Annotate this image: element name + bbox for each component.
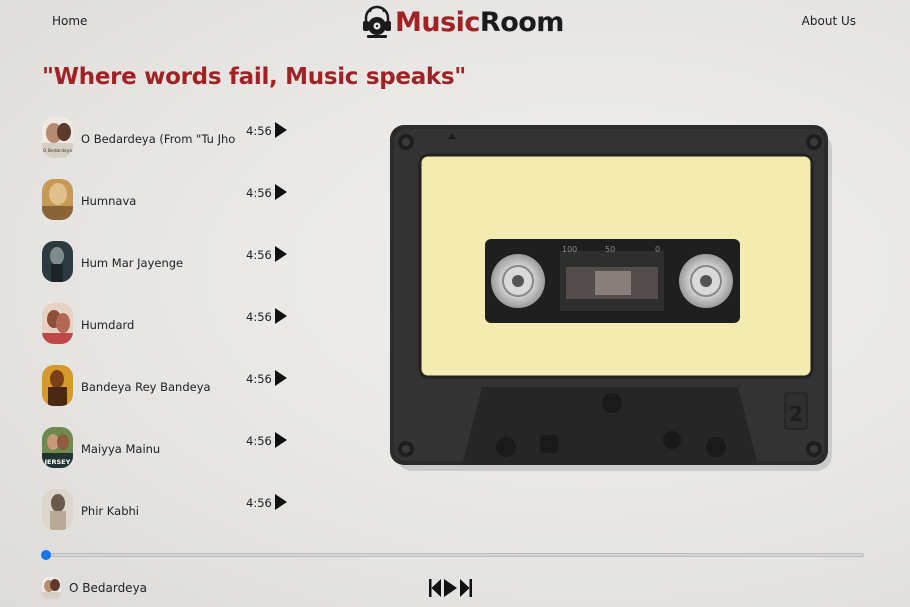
song-duration: 4:56 bbox=[246, 496, 272, 510]
song-title: Maiyya Mainu bbox=[81, 442, 161, 456]
progress-slider[interactable] bbox=[41, 550, 864, 560]
play-icon bbox=[275, 246, 287, 262]
song-title: O Bedardeya (From "Tu Jhoothi Main Makka… bbox=[81, 132, 236, 146]
music-logo-icon bbox=[363, 5, 391, 38]
album-cover bbox=[42, 364, 73, 406]
cover-caption: O Bedardeya bbox=[43, 148, 73, 154]
play-song-button[interactable] bbox=[274, 307, 288, 325]
next-button[interactable] bbox=[460, 578, 472, 598]
song-item[interactable]: Bandeya Rey Bandeya 4:56 bbox=[42, 354, 302, 416]
play-icon bbox=[275, 494, 287, 510]
album-cover bbox=[42, 240, 73, 282]
play-icon bbox=[444, 579, 457, 597]
previous-icon bbox=[429, 579, 441, 597]
album-cover bbox=[42, 302, 73, 344]
next-icon bbox=[460, 579, 472, 597]
song-duration: 4:56 bbox=[246, 434, 272, 448]
progress-thumb[interactable] bbox=[41, 550, 51, 560]
brand-name-room: Room bbox=[479, 6, 565, 38]
play-icon bbox=[275, 184, 287, 200]
tagline-quote: "Where words fail, Music speaks" bbox=[42, 64, 466, 90]
song-title: Humnava bbox=[81, 194, 137, 208]
cover-caption: JERSEY bbox=[44, 458, 71, 466]
brand-name-music: Music bbox=[395, 6, 480, 38]
play-song-button[interactable] bbox=[274, 493, 288, 511]
playback-controls bbox=[429, 578, 472, 598]
nav-about-link[interactable]: About Us bbox=[802, 14, 856, 28]
song-item[interactable]: Humdard 4:56 bbox=[42, 292, 302, 354]
play-icon bbox=[275, 308, 287, 324]
song-item[interactable]: JERSEY Maiyya Mainu 4:56 bbox=[42, 416, 302, 478]
progress-track bbox=[46, 553, 864, 557]
play-song-button[interactable] bbox=[274, 121, 288, 139]
play-icon bbox=[275, 432, 287, 448]
play-song-button[interactable] bbox=[274, 245, 288, 263]
now-playing: O Bedardeya bbox=[42, 577, 147, 599]
album-cover: JERSEY bbox=[42, 426, 73, 468]
song-duration: 4:56 bbox=[246, 372, 272, 386]
song-duration: 4:56 bbox=[246, 124, 272, 138]
song-title: Phir Kabhi bbox=[81, 504, 139, 518]
album-cover: O Bedardeya bbox=[42, 116, 73, 158]
song-duration: 4:56 bbox=[246, 310, 272, 324]
song-duration: 4:56 bbox=[246, 248, 272, 262]
song-item[interactable]: Phir Kabhi 4:56 bbox=[42, 478, 302, 540]
tape-scale-100: 100 bbox=[562, 245, 577, 254]
side-number: 2 bbox=[789, 402, 803, 426]
song-item[interactable]: Hum Mar Jayenge 4:56 bbox=[42, 230, 302, 292]
play-song-button[interactable] bbox=[274, 431, 288, 449]
now-playing-title: O Bedardeya bbox=[69, 581, 148, 595]
now-playing-cover bbox=[42, 577, 61, 599]
cassette-illustration: 100 50 0 2 bbox=[390, 125, 832, 471]
song-item[interactable]: Humnava 4:56 bbox=[42, 168, 302, 230]
previous-button[interactable] bbox=[429, 578, 441, 598]
play-button[interactable] bbox=[444, 578, 457, 598]
play-icon bbox=[275, 370, 287, 386]
song-title: Hum Mar Jayenge bbox=[81, 256, 184, 270]
song-item[interactable]: O Bedardeya O Bedardeya (From "Tu Jhooth… bbox=[42, 106, 302, 168]
tape-scale-50: 50 bbox=[605, 245, 615, 254]
song-title: Bandeya Rey Bandeya bbox=[81, 380, 211, 394]
play-song-button[interactable] bbox=[274, 369, 288, 387]
song-duration: 4:56 bbox=[246, 186, 272, 200]
album-cover bbox=[42, 488, 73, 530]
album-cover bbox=[42, 178, 73, 220]
song-title: Humdard bbox=[81, 318, 135, 332]
song-list: O Bedardeya O Bedardeya (From "Tu Jhooth… bbox=[42, 106, 302, 540]
brand-logo[interactable]: MusicRoom bbox=[361, 3, 564, 41]
nav-home-link[interactable]: Home bbox=[52, 14, 87, 28]
cassette-image: 100 50 0 2 bbox=[390, 125, 832, 471]
play-song-button[interactable] bbox=[274, 183, 288, 201]
play-icon bbox=[275, 122, 287, 138]
tape-scale-0: 0 bbox=[655, 245, 660, 254]
